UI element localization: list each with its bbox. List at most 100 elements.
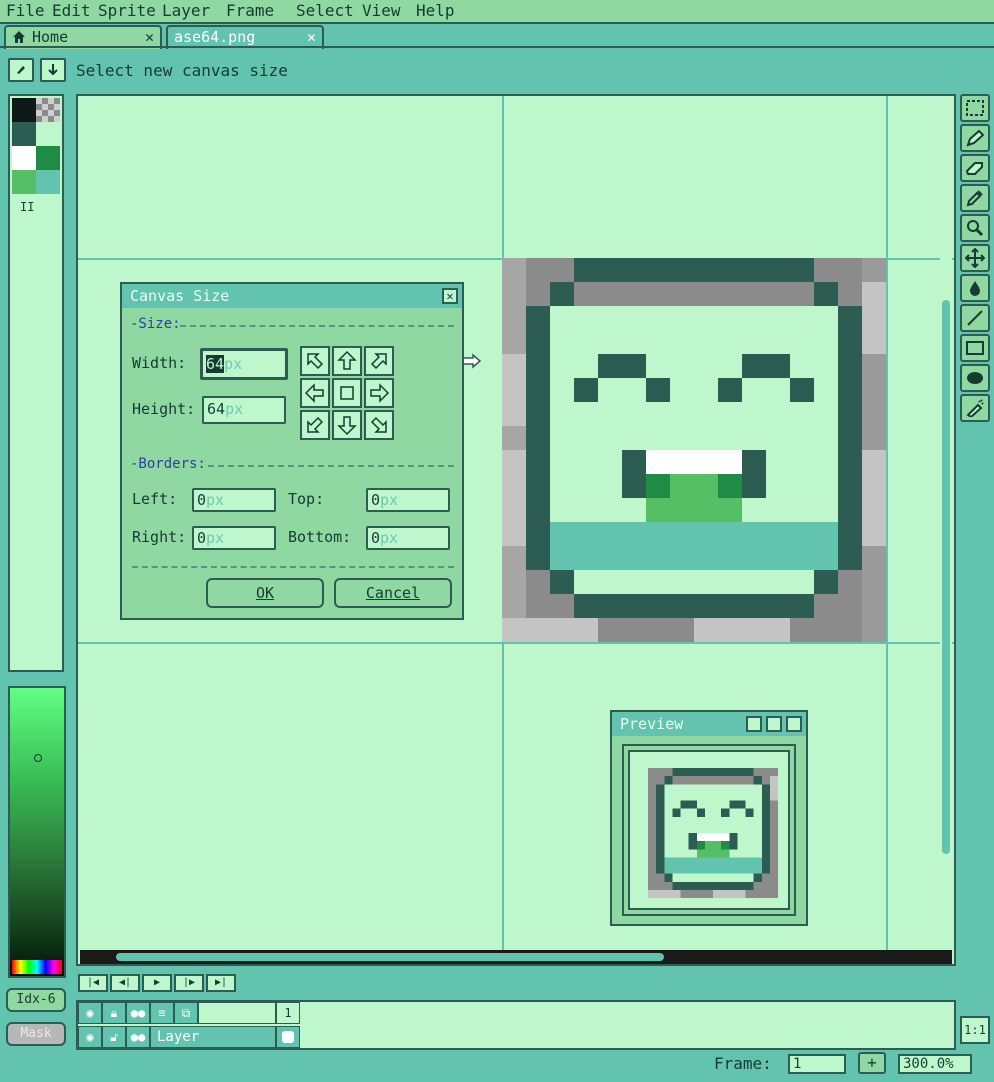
zoom-ratio-button[interactable]: 1:1 xyxy=(960,1016,990,1044)
cancel-button[interactable]: Cancel xyxy=(334,578,452,608)
menu-select[interactable]: Select xyxy=(296,1,354,21)
add-frame-button[interactable]: + xyxy=(858,1052,886,1074)
north-arrow-icon xyxy=(337,350,357,370)
line-icon xyxy=(967,310,983,326)
horizontal-scroll-thumb[interactable] xyxy=(116,953,664,961)
timeline-panel: ◉ 🔒︎ ●● ≡ ⧉ 1 ◉ 🔓︎ ●● Layer xyxy=(76,1000,956,1050)
vertical-scrollbar[interactable] xyxy=(940,96,952,946)
preview-play-icon[interactable] xyxy=(766,716,782,732)
left-border-input[interactable]: 0px xyxy=(192,488,276,512)
layer-settings-icon[interactable]: ≡ xyxy=(150,1002,174,1024)
marquee-icon xyxy=(966,100,984,116)
color-picker-cursor xyxy=(34,754,42,762)
frame-input[interactable]: 1 xyxy=(788,1054,846,1074)
spray-tool[interactable] xyxy=(960,394,990,422)
south-east-arrow-icon xyxy=(370,416,387,433)
height-value: 64 xyxy=(207,400,226,418)
eyedropper-tool[interactable] xyxy=(960,184,990,212)
top-label: Top: xyxy=(288,490,325,508)
palette-swatch[interactable] xyxy=(12,146,36,170)
dialog-close-icon[interactable]: ✕ xyxy=(442,288,458,304)
tab-home-close-icon[interactable]: ✕ xyxy=(145,27,154,47)
anchor-n-button[interactable] xyxy=(332,346,362,376)
link-cels-icon[interactable]: ⧉ xyxy=(174,1002,198,1024)
play-button[interactable]: ▶ xyxy=(142,974,172,992)
width-input[interactable]: 64px xyxy=(200,348,288,380)
preview-center-icon[interactable] xyxy=(746,716,762,732)
bottom-border-unit: px xyxy=(380,529,399,547)
color-picker[interactable] xyxy=(8,686,66,978)
menu-frame[interactable]: Frame xyxy=(226,1,274,21)
center-square-icon xyxy=(340,386,354,400)
preview-title: Preview xyxy=(620,715,684,733)
dialog-title-bar[interactable]: Canvas Size xyxy=(122,284,462,308)
anchor-s-button[interactable] xyxy=(332,410,362,440)
menu-sprite[interactable]: Sprite xyxy=(98,1,156,21)
index-button[interactable]: Idx-6 xyxy=(6,988,66,1012)
mask-button[interactable]: Mask xyxy=(6,1022,66,1046)
tab-file-close-icon[interactable]: ✕ xyxy=(307,27,316,47)
marquee-tool[interactable] xyxy=(960,94,990,122)
palette-swatch[interactable] xyxy=(12,170,36,194)
palette-swatch[interactable] xyxy=(36,170,60,194)
layer-continuous-icon[interactable]: ●● xyxy=(126,1026,150,1048)
spray-icon xyxy=(966,399,984,417)
preview-window: Preview xyxy=(610,710,808,926)
frame-header[interactable]: 1 xyxy=(276,1002,300,1024)
width-value: 64 xyxy=(206,355,225,373)
left-border-unit: px xyxy=(206,491,225,509)
tool-bar xyxy=(958,94,992,430)
menu-file[interactable]: File xyxy=(6,1,45,21)
anchor-w-button[interactable] xyxy=(300,378,330,408)
anchor-sw-button[interactable] xyxy=(300,410,330,440)
anchor-e-button[interactable] xyxy=(364,378,394,408)
right-border-input[interactable]: 0px xyxy=(192,526,276,550)
height-input[interactable]: 64px xyxy=(202,396,286,424)
menu-layer[interactable]: Layer xyxy=(162,1,210,21)
ok-button[interactable]: OK xyxy=(206,578,324,608)
eraser-tool[interactable] xyxy=(960,154,990,182)
layer-cel[interactable] xyxy=(276,1026,300,1048)
bottom-border-input[interactable]: 0px xyxy=(366,526,450,550)
layer-lock-icon[interactable]: 🔓︎ xyxy=(102,1026,126,1048)
paint-bucket-tool[interactable] xyxy=(960,274,990,302)
menu-view[interactable]: View xyxy=(362,1,401,21)
pencil-tool[interactable] xyxy=(960,124,990,152)
hue-slider[interactable] xyxy=(12,960,62,974)
anchor-center-button[interactable] xyxy=(332,378,362,408)
top-border-input[interactable]: 0px xyxy=(366,488,450,512)
menu-edit[interactable]: Edit xyxy=(52,1,91,21)
ellipse-tool[interactable] xyxy=(960,364,990,392)
anchor-nw-button[interactable] xyxy=(300,346,330,376)
anchor-ne-button[interactable] xyxy=(364,346,394,376)
download-icon[interactable] xyxy=(40,58,66,82)
layer-name[interactable]: Layer xyxy=(150,1026,276,1048)
zoom-input[interactable]: 300.0% xyxy=(898,1054,972,1074)
palette-swatch[interactable] xyxy=(36,98,60,122)
line-tool[interactable] xyxy=(960,304,990,332)
vertical-scroll-thumb[interactable] xyxy=(942,300,950,854)
palette-swatch[interactable] xyxy=(12,98,36,122)
zoom-tool[interactable] xyxy=(960,214,990,242)
move-tool[interactable] xyxy=(960,244,990,272)
next-frame-button[interactable]: |▶ xyxy=(174,974,204,992)
dialog-title: Canvas Size xyxy=(130,287,230,305)
lock-icon[interactable]: 🔒︎ xyxy=(102,1002,126,1024)
last-frame-button[interactable]: ▶| xyxy=(206,974,236,992)
rectangle-tool[interactable] xyxy=(960,334,990,362)
preview-close-icon[interactable] xyxy=(786,716,802,732)
menu-help[interactable]: Help xyxy=(416,1,455,21)
previous-frame-button[interactable]: ◀| xyxy=(110,974,140,992)
section-divider xyxy=(180,325,454,327)
first-frame-button[interactable]: |◀ xyxy=(78,974,108,992)
preview-frame xyxy=(622,744,796,916)
palette-swatch[interactable] xyxy=(36,122,60,146)
layer-visibility-icon[interactable]: ◉ xyxy=(78,1026,102,1048)
continuous-icon[interactable]: ●● xyxy=(126,1002,150,1024)
visibility-icon[interactable]: ◉ xyxy=(78,1002,102,1024)
palette-swatch[interactable] xyxy=(12,122,36,146)
palette-swatch[interactable] xyxy=(36,146,60,170)
brush-icon[interactable] xyxy=(8,58,34,82)
anchor-se-button[interactable] xyxy=(364,410,394,440)
horizontal-scrollbar[interactable] xyxy=(80,950,952,964)
